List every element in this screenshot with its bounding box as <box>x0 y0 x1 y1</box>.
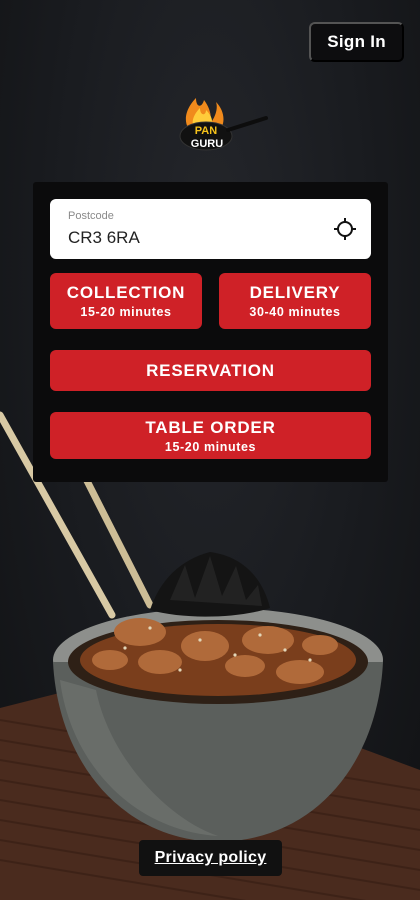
table-order-title: TABLE ORDER <box>145 417 276 437</box>
collection-time: 15-20 minutes <box>80 305 172 319</box>
delivery-button[interactable]: DELIVERY 30-40 minutes <box>219 273 371 329</box>
reservation-title: RESERVATION <box>146 360 275 380</box>
table-order-time: 15-20 minutes <box>164 439 257 454</box>
delivery-title: DELIVERY <box>249 283 341 302</box>
logo-text-guru: GURU <box>191 138 223 150</box>
privacy-policy-link[interactable]: Privacy policy <box>139 840 282 876</box>
delivery-time: 30-40 minutes <box>249 305 341 319</box>
collection-button[interactable]: COLLECTION 15-20 minutes <box>50 273 202 329</box>
collection-title: COLLECTION <box>66 283 186 302</box>
postcode-input[interactable]: CR3 6RA <box>68 228 140 248</box>
sign-in-button[interactable]: Sign In <box>309 22 404 62</box>
table-order-button[interactable]: TABLE ORDER 15-20 minutes <box>50 412 371 459</box>
postcode-field[interactable]: Postcode CR3 6RA <box>50 199 371 259</box>
brand-logo: PAN GURU <box>176 94 270 160</box>
reservation-button[interactable]: RESERVATION <box>50 350 371 391</box>
postcode-label: Postcode <box>68 210 114 222</box>
logo-text-pan: PAN <box>195 125 217 137</box>
crosshair-icon[interactable] <box>333 217 357 241</box>
